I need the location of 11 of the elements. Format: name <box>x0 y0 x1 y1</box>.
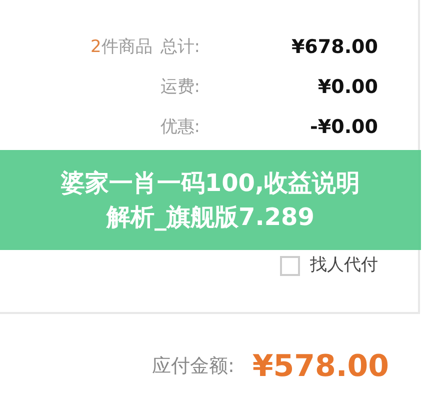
summary-value: ¥0.00 <box>318 75 378 100</box>
total-amount: ¥578.00 <box>252 348 389 386</box>
summary-label: 优惠: <box>160 116 200 139</box>
option-label: 找人代付 <box>310 254 378 277</box>
summary-value: ¥678.00 <box>291 35 378 60</box>
summary-label: 运费: <box>160 76 200 99</box>
item-count: 2件商品 <box>90 36 152 59</box>
total-label: 应付金额: <box>152 354 234 380</box>
summary-value: -¥0.00 <box>310 115 378 140</box>
banner-title: 婆家一肖一码100,收益说明解析_旗舰版7.289 <box>60 168 362 233</box>
summary-label: 总计: <box>160 36 200 59</box>
